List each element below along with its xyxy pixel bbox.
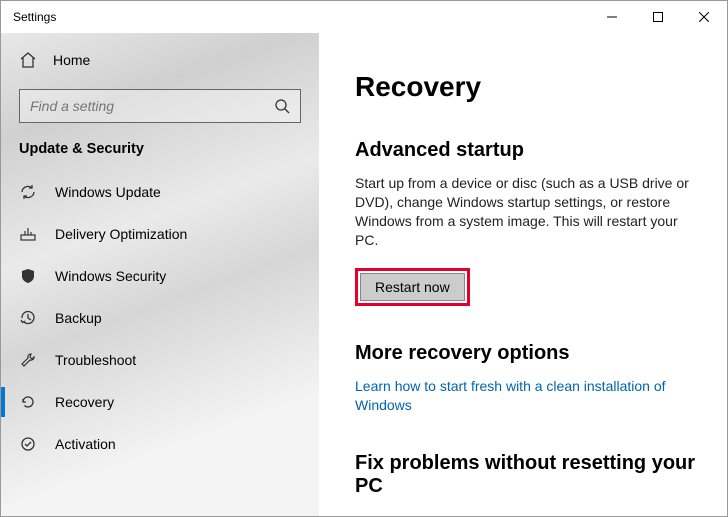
backup-icon (19, 309, 37, 327)
restart-now-button[interactable]: Restart now (360, 273, 465, 301)
sidebar-item-troubleshoot[interactable]: Troubleshoot (1, 339, 319, 381)
sidebar-item-label: Delivery Optimization (55, 226, 187, 242)
close-button[interactable] (681, 1, 727, 33)
search-input[interactable] (30, 98, 274, 114)
activation-icon (19, 435, 37, 453)
sidebar-item-label: Recovery (55, 394, 114, 410)
maximize-button[interactable] (635, 1, 681, 33)
sidebar-item-label: Activation (55, 436, 116, 452)
sidebar-item-label: Windows Security (55, 268, 166, 284)
home-icon (19, 51, 37, 69)
search-box[interactable] (19, 89, 301, 123)
fix-problems-heading: Fix problems without resetting your PC (355, 452, 697, 498)
minimize-button[interactable] (589, 1, 635, 33)
sidebar-item-windows-security[interactable]: Windows Security (1, 255, 319, 297)
sidebar-item-delivery-optimization[interactable]: Delivery Optimization (1, 213, 319, 255)
main-panel: Recovery Advanced startup Start up from … (319, 33, 727, 516)
window-title: Settings (13, 10, 56, 24)
home-nav[interactable]: Home (1, 43, 319, 83)
sidebar-item-backup[interactable]: Backup (1, 297, 319, 339)
shield-icon (19, 267, 37, 285)
search-icon (274, 98, 290, 114)
sidebar-item-activation[interactable]: Activation (1, 423, 319, 465)
wrench-icon (19, 351, 37, 369)
sync-icon (19, 183, 37, 201)
window-controls (589, 1, 727, 33)
advanced-startup-body: Start up from a device or disc (such as … (355, 174, 697, 250)
titlebar: Settings (1, 1, 727, 33)
sidebar-item-windows-update[interactable]: Windows Update (1, 171, 319, 213)
fresh-install-link[interactable]: Learn how to start fresh with a clean in… (355, 377, 697, 416)
home-label: Home (53, 52, 90, 68)
sidebar-item-label: Backup (55, 310, 102, 326)
page-title: Recovery (355, 71, 697, 103)
recovery-icon (19, 393, 37, 411)
restart-now-highlight: Restart now (355, 268, 470, 306)
delivery-icon (19, 225, 37, 243)
advanced-startup-heading: Advanced startup (355, 139, 697, 162)
sidebar: Home Update & Security Windows Update De… (1, 33, 319, 516)
more-recovery-heading: More recovery options (355, 342, 697, 365)
sidebar-item-label: Troubleshoot (55, 352, 136, 368)
sidebar-item-recovery[interactable]: Recovery (1, 381, 319, 423)
sidebar-nav: Windows Update Delivery Optimization Win… (1, 171, 319, 465)
sidebar-item-label: Windows Update (55, 184, 161, 200)
sidebar-section-header: Update & Security (1, 141, 319, 171)
